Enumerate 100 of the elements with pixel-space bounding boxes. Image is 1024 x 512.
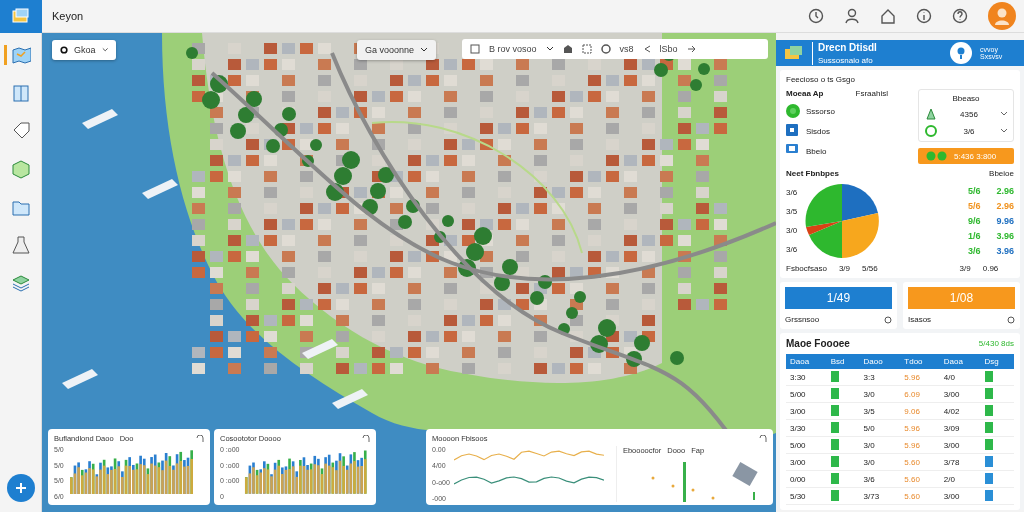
legend-value: 1/6 (967, 231, 981, 241)
list-item[interactable]: Sisdos (806, 126, 830, 136)
table-cell: 3/5 (859, 402, 901, 420)
location-icon[interactable] (950, 42, 972, 64)
column-header[interactable]: Dsg (980, 354, 1014, 369)
legend-value: 3.96 (996, 231, 1014, 241)
status-block (830, 421, 839, 433)
table-cell: 3/78 (939, 453, 981, 471)
home-icon[interactable] (562, 44, 573, 54)
table-cell: 5.96 (900, 436, 940, 454)
status-block (830, 404, 839, 416)
toolbar-link[interactable]: lSbo (659, 44, 678, 54)
kpi-value: 1/08 (908, 287, 1015, 309)
mini-value: 4356 (960, 109, 978, 119)
legend-value: 2.96 (996, 186, 1014, 196)
legend-heading: Bbeioe (989, 169, 1014, 178)
kpi-value: 1/49 (785, 287, 892, 309)
table-cell: 0/00 (786, 470, 827, 488)
map-icon[interactable] (3, 45, 31, 65)
table-cell: 9.06 (900, 402, 940, 420)
column-header[interactable]: Bsd (826, 354, 860, 369)
footer-value: 3/9 (838, 264, 851, 273)
user-icon[interactable] (844, 8, 860, 24)
table-cell: 5.96 (900, 419, 940, 437)
caret-icon (420, 47, 429, 53)
status-block (830, 489, 839, 501)
table-title: Maoe Foooee (786, 338, 850, 349)
kpi-label: Isasos (908, 315, 932, 324)
circle-icon (786, 104, 800, 118)
column-header[interactable]: Tdoo (900, 354, 940, 369)
caret-icon[interactable] (1001, 112, 1007, 116)
status-block (830, 455, 839, 467)
panel-subtitle: Sussosnaio afo (818, 55, 874, 65)
table-cell: 5.60 (900, 470, 940, 488)
footer-value: 5/56 (862, 264, 878, 273)
axis-tick: 3/6 (786, 188, 798, 197)
table-total: 5/430 8ds (978, 339, 1014, 348)
table-cell: 3/30 (786, 419, 827, 437)
table-cell: 3/0 (859, 385, 901, 403)
column-header[interactable]: Daoa (786, 354, 827, 369)
table-cell: 4/02 (939, 402, 981, 420)
status-block (830, 370, 839, 382)
legend-value: 2.96 (996, 201, 1014, 211)
search-label[interactable]: vs8 (619, 44, 634, 54)
status-block (830, 387, 839, 399)
list-item[interactable]: Bbeio (806, 146, 827, 156)
legend-value: 5/6 (967, 201, 981, 211)
caret-icon[interactable] (1001, 129, 1007, 133)
caret-icon[interactable] (545, 46, 554, 52)
footer-label: Fsbocfsaso (786, 264, 827, 273)
table-cell: 3:3 (859, 369, 901, 386)
card-heading: Moeaa Ap (786, 89, 824, 98)
table-cell: 3/00 (939, 487, 981, 505)
table-cell: 5.60 (900, 453, 940, 471)
highlight-value: 5:436 3:800 (954, 151, 997, 161)
caret-icon (101, 47, 108, 53)
plus-icon (15, 482, 27, 494)
table-cell: 3/00 (786, 402, 827, 420)
list-item[interactable]: Sssorso (806, 106, 835, 116)
table-cell: 5.60 (900, 487, 940, 505)
legend-value: 9.96 (996, 216, 1014, 226)
table-cell: 3:30 (786, 369, 827, 386)
table-cell: 3/00 (939, 436, 981, 454)
table-cell: 3/00 (786, 453, 827, 471)
column-header[interactable]: Daoa (939, 354, 981, 369)
panel-title: Drecn Dtisdl (818, 41, 878, 53)
square-icon (786, 124, 800, 138)
filter-dropdown[interactable]: Ga vooonne (357, 40, 437, 60)
axis-tick: 3/5 (786, 207, 798, 216)
table-cell: 3/0 (859, 436, 901, 454)
home-icon[interactable] (880, 8, 896, 24)
view-select[interactable]: B rov vosoo (489, 44, 537, 54)
kpi-label: Grssnsoo (785, 315, 820, 324)
footer-value: 3/9 (959, 264, 971, 273)
section-title: Feecioso o ts Gsgo (786, 75, 856, 84)
table-cell: 3/0 (859, 453, 901, 471)
table-cell: 5/00 (786, 436, 827, 454)
clock-icon[interactable] (808, 8, 824, 24)
legend-value: 9/6 (967, 216, 981, 226)
mini-value: 3/6 (963, 126, 975, 136)
table-cell: 5/00 (786, 385, 827, 403)
add-button[interactable] (7, 474, 35, 502)
box-icon[interactable] (10, 159, 31, 179)
flask-icon[interactable] (10, 235, 31, 255)
table-cell: 2/0 (939, 470, 981, 488)
help-icon[interactable] (952, 8, 968, 24)
table-cell: 6.09 (900, 385, 940, 403)
map-layer-dropdown[interactable]: Gkoa (52, 40, 116, 60)
search-icon[interactable] (600, 44, 611, 54)
table-cell: 5/0 (859, 419, 901, 437)
footer-value: 0.96 (982, 264, 999, 273)
arrow-icon[interactable] (686, 45, 697, 53)
status-block (830, 472, 839, 484)
legend-value: 3.96 (996, 246, 1014, 256)
table-cell: 5/30 (786, 487, 827, 505)
card-heading: Bbeaso (951, 94, 981, 103)
status-block (830, 438, 839, 450)
column-header[interactable]: Daoo (859, 354, 901, 369)
app-title: Keyon (52, 10, 84, 22)
axis-tick: 3/0 (786, 226, 798, 235)
